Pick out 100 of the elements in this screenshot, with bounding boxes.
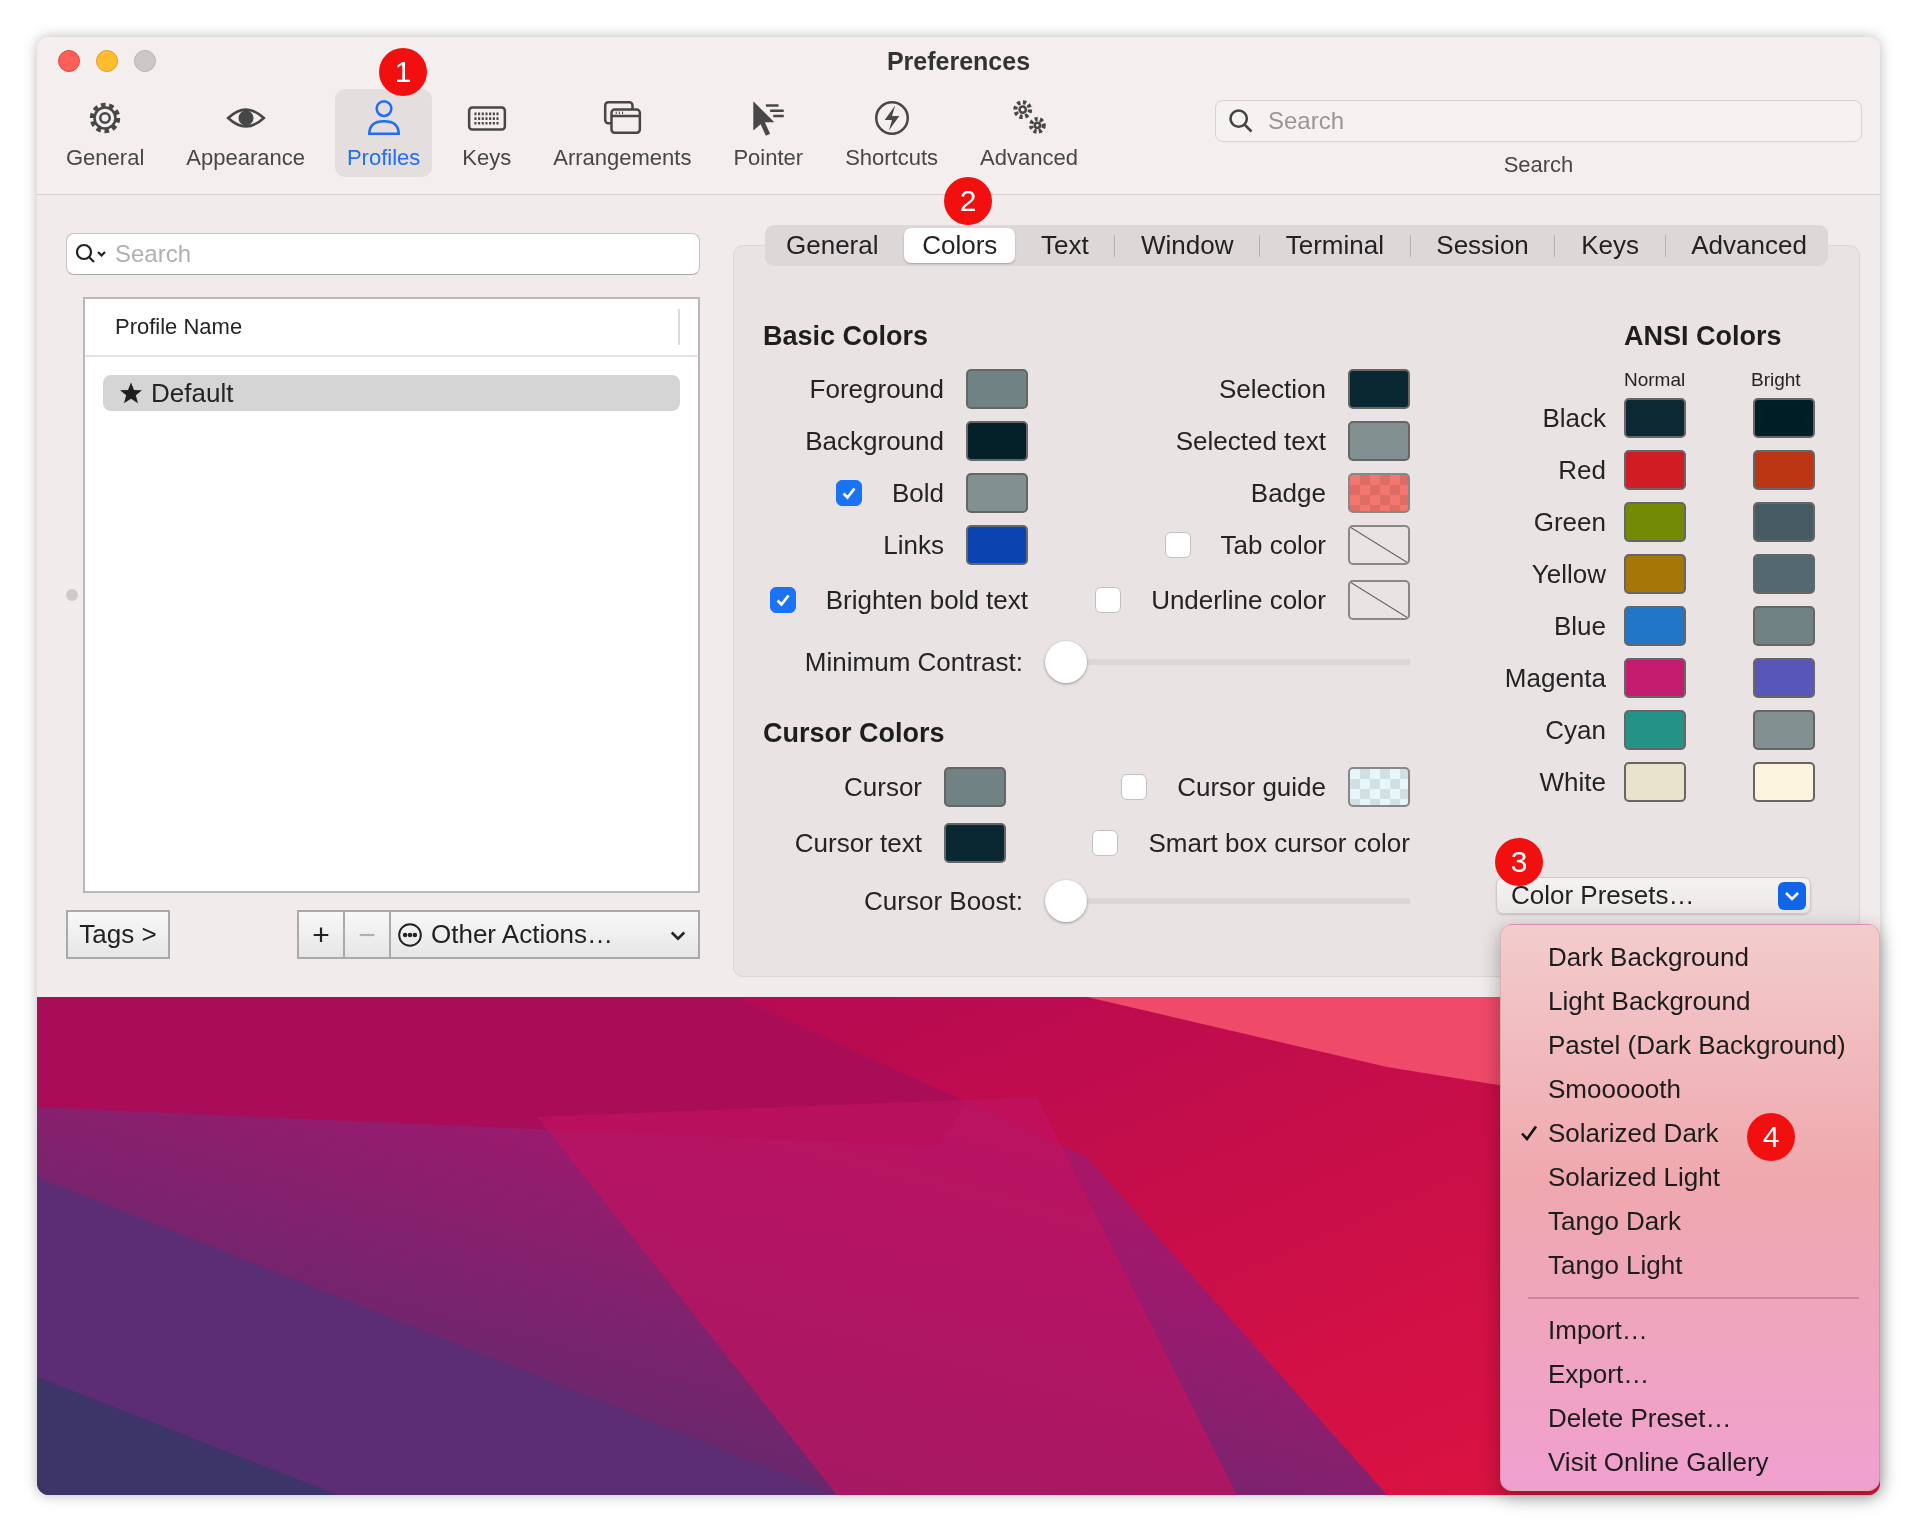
color-well[interactable] [1348, 369, 1410, 409]
color-label: Selection [1219, 373, 1326, 405]
tab[interactable]: Keys [1563, 228, 1657, 263]
color-well[interactable] [1753, 658, 1815, 698]
search-field[interactable]: Search [1215, 100, 1862, 142]
color-well[interactable] [1624, 398, 1686, 438]
tab[interactable]: Terminal [1267, 228, 1402, 263]
color-well[interactable] [1624, 658, 1686, 698]
section-heading: ANSI Colors [1624, 320, 1783, 353]
color-well[interactable] [1624, 554, 1686, 594]
color-label: Underline color [1151, 584, 1326, 616]
color-well[interactable] [966, 473, 1028, 513]
color-well[interactable] [1624, 450, 1686, 490]
checkbox[interactable] [769, 587, 796, 613]
color-well[interactable] [944, 823, 1006, 863]
color-well[interactable] [966, 421, 1028, 461]
menu-item[interactable]: Delete Preset… [1501, 1396, 1732, 1440]
profile-name: Default [151, 377, 234, 409]
search-field[interactable]: Search [66, 233, 700, 275]
zoom-button[interactable] [134, 50, 156, 72]
menu-item[interactable]: Solarized Light [1501, 1155, 1720, 1199]
color-label: Blue [1552, 610, 1606, 642]
color-label: Smart box cursor color [1148, 827, 1410, 859]
color-presets-dropdown[interactable]: Color Presets… [1496, 877, 1811, 914]
column-header[interactable]: Profile Name [115, 309, 680, 345]
tab[interactable]: General [768, 228, 897, 263]
add-button[interactable]: + [297, 910, 343, 959]
chevron-icon [1778, 881, 1806, 910]
search-label: Search [1503, 152, 1574, 178]
toolbar-tab[interactable]: General [54, 89, 157, 177]
star-icon [119, 381, 143, 405]
color-well[interactable] [1348, 580, 1410, 620]
menu-item[interactable]: Import… [1501, 1308, 1648, 1352]
section-heading: Cursor Colors [763, 717, 946, 750]
color-well[interactable] [1753, 762, 1815, 802]
checkbox[interactable] [835, 480, 862, 506]
slider-thumb[interactable] [1045, 880, 1087, 922]
menu-item[interactable]: Visit Online Gallery [1501, 1440, 1769, 1484]
color-label: Cursor guide [1177, 771, 1326, 803]
color-label: Bold [891, 477, 944, 509]
color-label: Brighten bold text [825, 584, 1028, 616]
menu-item[interactable]: Light Background [1501, 979, 1751, 1023]
menu-item[interactable]: Smoooooth [1501, 1067, 1681, 1111]
color-label: Magenta [1503, 662, 1606, 694]
checkbox[interactable] [1121, 774, 1148, 800]
tab[interactable]: Text [1022, 228, 1107, 263]
toolbar-tab[interactable]: Advanced [968, 89, 1090, 177]
slider-label: Minimum Contrast: [804, 646, 1023, 678]
color-well[interactable] [1348, 421, 1410, 461]
color-well[interactable] [1753, 554, 1815, 594]
menu-item[interactable]: Dark Background [1501, 935, 1749, 979]
color-well[interactable] [1624, 606, 1686, 646]
color-label: Yellow [1530, 558, 1606, 590]
color-label: Cursor text [794, 827, 922, 859]
tags-button[interactable]: Tags > [66, 910, 170, 959]
color-well[interactable] [1348, 473, 1410, 513]
tab[interactable]: Window [1122, 228, 1252, 263]
color-well[interactable] [1348, 767, 1410, 807]
color-well[interactable] [1753, 502, 1815, 542]
slider-thumb[interactable] [1045, 641, 1087, 683]
checkbox[interactable] [1164, 532, 1191, 558]
color-label: Cyan [1544, 714, 1606, 746]
close-button[interactable] [58, 50, 80, 72]
color-well[interactable] [966, 525, 1028, 565]
menu-item[interactable]: Pastel (Dark Background) [1501, 1023, 1846, 1067]
search-icon [1227, 107, 1255, 135]
color-well[interactable] [1624, 762, 1686, 802]
color-label: Selected text [1175, 425, 1326, 457]
checkbox[interactable] [1095, 587, 1122, 613]
tab[interactable]: Advanced [1673, 228, 1825, 263]
toolbar-tab[interactable]: Appearance [174, 89, 317, 177]
color-well[interactable] [1624, 710, 1686, 750]
color-well[interactable] [1348, 525, 1410, 565]
profile-row[interactable]: Default [103, 375, 680, 411]
color-label: Background [805, 425, 944, 457]
menu-item[interactable]: Tango Dark [1501, 1199, 1681, 1243]
toolbar-tab[interactable]: Shortcuts [833, 89, 951, 177]
other-actions-button[interactable]: Other Actions… [389, 910, 700, 959]
color-well[interactable] [1753, 606, 1815, 646]
color-well[interactable] [1753, 450, 1815, 490]
color-well[interactable] [1753, 398, 1815, 438]
split-handle[interactable] [66, 589, 78, 601]
menu-item[interactable]: Export… [1501, 1352, 1650, 1396]
minimize-button[interactable] [96, 50, 118, 72]
column-label: Normal [1624, 369, 1687, 391]
color-well[interactable] [1753, 710, 1815, 750]
toolbar-tab[interactable]: Arrangements [541, 89, 704, 177]
color-label: Cursor [844, 771, 922, 803]
toolbar-tab[interactable]: Keys [450, 89, 524, 177]
color-well[interactable] [944, 767, 1006, 807]
checkbox[interactable] [1092, 830, 1119, 856]
color-label: Tab color [1220, 529, 1326, 561]
menu-item[interactable]: Solarized Dark [1501, 1111, 1719, 1155]
menu-item[interactable]: Tango Light [1501, 1243, 1683, 1287]
color-well[interactable] [1624, 502, 1686, 542]
tab[interactable]: Colors [904, 228, 1016, 263]
color-well[interactable] [966, 369, 1028, 409]
toolbar-tab[interactable]: Pointer [721, 89, 816, 177]
color-label: Foreground [809, 373, 944, 405]
tab[interactable]: Session [1418, 228, 1547, 263]
